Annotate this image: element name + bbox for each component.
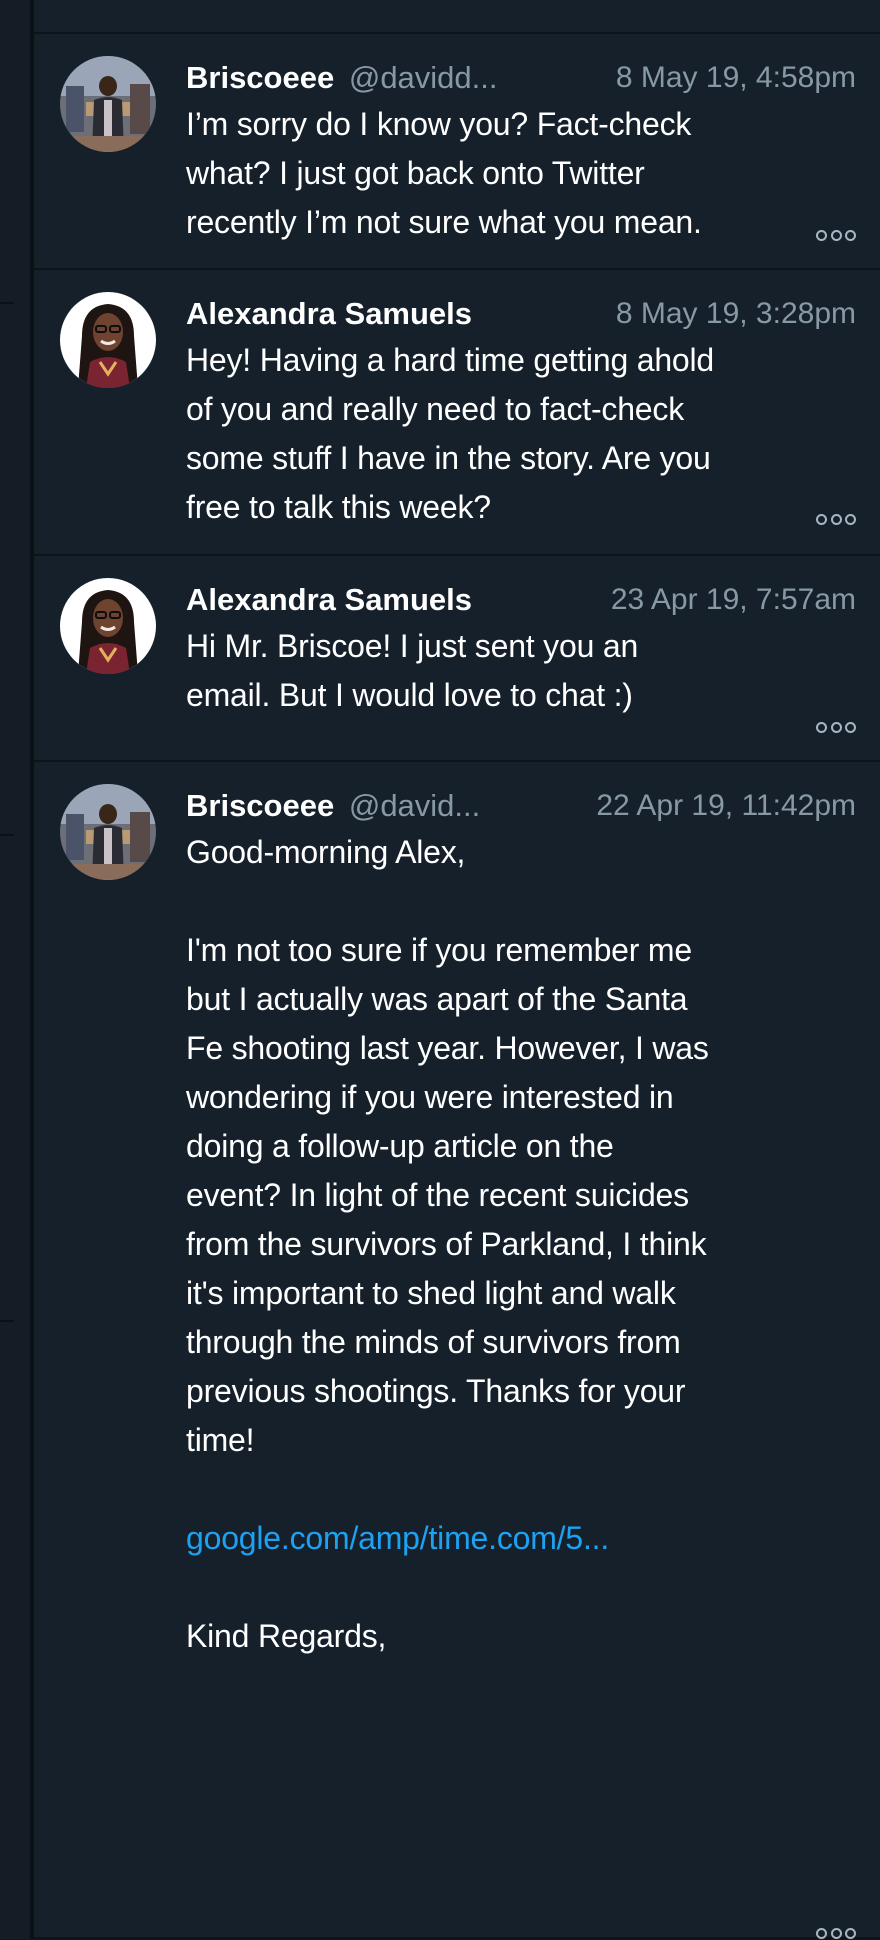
avatar-alexandra[interactable] xyxy=(60,578,156,674)
message-header: Briscoeee @david... 22 Apr 19, 11:42pm xyxy=(186,786,856,826)
message-line: Hi Mr. Briscoe! I just sent you an xyxy=(186,628,639,664)
avatar-alexandra[interactable] xyxy=(60,292,156,388)
sidebar-divider xyxy=(0,1320,14,1322)
message-line: Fe shooting last year. However, I was xyxy=(186,1030,709,1066)
more-options-icon[interactable] xyxy=(816,512,856,526)
message-item[interactable]: Briscoeee @david... 22 Apr 19, 11:42pm G… xyxy=(34,762,880,1939)
sidebar-divider xyxy=(0,834,14,836)
sender-handle[interactable]: @david... xyxy=(349,788,480,823)
message-line: email. But I would love to chat :) xyxy=(186,677,633,713)
message-item[interactable]: Briscoeee @davidd... 8 May 19, 4:58pm I’… xyxy=(34,34,880,270)
message-item[interactable]: Alexandra Samuels 8 May 19, 3:28pm Hey! … xyxy=(34,270,880,556)
message-header: Alexandra Samuels 23 Apr 19, 7:57am xyxy=(186,580,856,620)
sender-handle[interactable]: @davidd... xyxy=(349,60,498,95)
message-header: Briscoeee @davidd... 8 May 19, 4:58pm xyxy=(186,58,856,98)
message-line: doing a follow-up article on the xyxy=(186,1128,614,1164)
message-line: Hey! Having a hard time getting ahold xyxy=(186,342,715,378)
message-timestamp: 23 Apr 19, 7:57am xyxy=(592,580,856,620)
message-thread[interactable]: Briscoeee @davidd... 8 May 19, 4:58pm I’… xyxy=(34,0,880,1939)
sidebar-edge xyxy=(0,0,30,1939)
message-line: of you and really need to fact-check xyxy=(186,391,684,427)
more-options-icon[interactable] xyxy=(816,720,856,734)
message-line: free to talk this week? xyxy=(186,489,491,525)
sidebar-divider xyxy=(0,302,14,304)
message-text: Good-morning Alex, I'm not too sure if y… xyxy=(186,828,866,1661)
avatar-briscoe[interactable] xyxy=(60,784,156,880)
message-line: from the survivors of Parkland, I think xyxy=(186,1226,707,1262)
message-item[interactable]: Alexandra Samuels 23 Apr 19, 7:57am Hi M… xyxy=(34,556,880,762)
message-text: I’m sorry do I know you? Fact-check what… xyxy=(186,100,866,247)
message-line: previous shootings. Thanks for your xyxy=(186,1373,686,1409)
message-line: some stuff I have in the story. Are you xyxy=(186,440,711,476)
message-greeting: Good-morning Alex, xyxy=(186,834,466,870)
message-line: wondering if you were interested in xyxy=(186,1079,674,1115)
message-line: recently I’m not sure what you mean. xyxy=(186,204,702,240)
more-options-icon[interactable] xyxy=(816,228,856,242)
message-text: Hi Mr. Briscoe! I just sent you an email… xyxy=(186,622,866,720)
message-line: I'm not too sure if you remember me xyxy=(186,932,692,968)
thread-top-divider xyxy=(34,0,880,34)
message-closing: Kind Regards, xyxy=(186,1618,387,1654)
message-header: Alexandra Samuels 8 May 19, 3:28pm xyxy=(186,294,856,334)
message-text: Hey! Having a hard time getting ahold of… xyxy=(186,336,866,532)
message-timestamp: 22 Apr 19, 11:42pm xyxy=(578,786,856,826)
message-timestamp: 8 May 19, 3:28pm xyxy=(597,294,856,334)
message-line: but I actually was apart of the Santa xyxy=(186,981,688,1017)
more-options-icon[interactable] xyxy=(816,1926,856,1940)
sender-name[interactable]: Briscoeee xyxy=(186,788,334,823)
message-line: I’m sorry do I know you? Fact-check xyxy=(186,106,692,142)
sender-name[interactable]: Alexandra Samuels xyxy=(186,582,472,617)
sender-name[interactable]: Alexandra Samuels xyxy=(186,296,472,331)
article-link[interactable]: google.com/amp/time.com/5... xyxy=(186,1514,866,1563)
message-line: it's important to shed light and walk xyxy=(186,1275,676,1311)
message-line: time! xyxy=(186,1422,255,1458)
message-line: what? I just got back onto Twitter xyxy=(186,155,645,191)
avatar-briscoe[interactable] xyxy=(60,56,156,152)
message-timestamp: 8 May 19, 4:58pm xyxy=(597,58,856,98)
message-line: through the minds of survivors from xyxy=(186,1324,681,1360)
sender-name[interactable]: Briscoeee xyxy=(186,60,334,95)
message-line: event? In light of the recent suicides xyxy=(186,1177,689,1213)
